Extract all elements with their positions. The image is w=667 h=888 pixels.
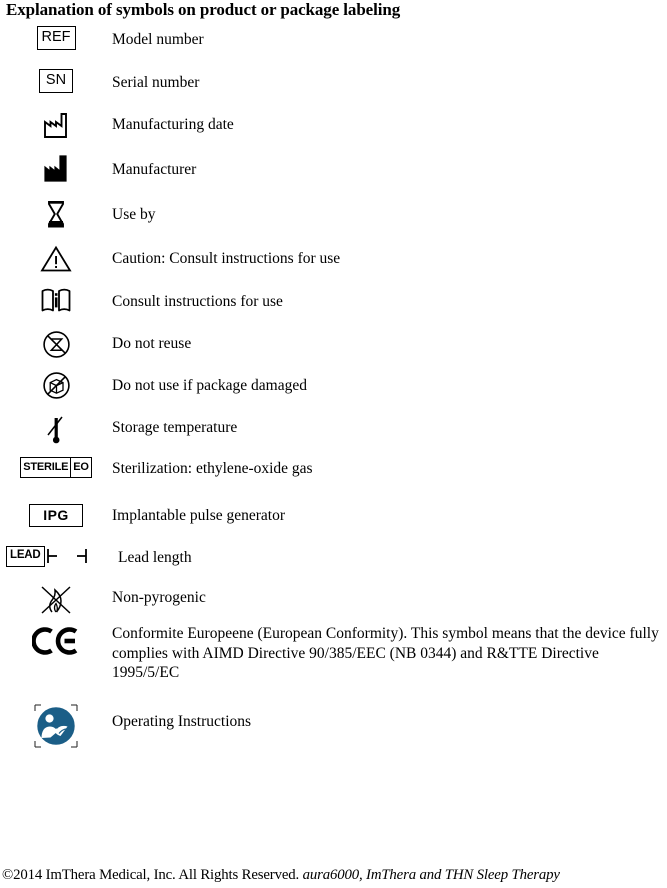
symbol-cell: IPG	[0, 499, 112, 527]
symbol-cell	[0, 327, 112, 359]
operating-instructions-icon	[34, 704, 78, 748]
symbol-label: Consult instructions for use	[112, 284, 667, 312]
symbol-label: Serial number	[112, 65, 667, 93]
sn-box-icon: SN	[38, 69, 74, 93]
symbol-legend-table: REF Model number SN Serial number Manufa…	[0, 22, 667, 754]
table-row: STERILE EO Sterilization: ethylene-oxide…	[0, 453, 667, 499]
table-row: IPG Implantable pulse generator	[0, 499, 667, 543]
symbol-cell: SN	[0, 65, 112, 93]
factory-outline-icon	[44, 113, 67, 138]
table-row: Non-pyrogenic	[0, 582, 667, 620]
label-text: Do not use if package damaged	[112, 377, 307, 394]
factory-solid-icon	[44, 155, 67, 182]
ipg-box-icon: IPG	[29, 504, 83, 527]
table-row: Caution: Consult instructions for use	[0, 241, 667, 284]
open-book-info-icon	[41, 288, 71, 313]
sterile-label: STERILE	[21, 458, 72, 477]
symbol-label: Operating Instructions	[112, 694, 667, 732]
symbol-cell: REF	[0, 22, 112, 50]
page-footer: ©2014 ImThera Medical, Inc. All Rights R…	[2, 866, 665, 884]
label-text: Use by	[112, 206, 156, 223]
footer-trademarks: aura6000, ImThera and THN Sleep Therapy	[302, 867, 560, 883]
document-page: Explanation of symbols on product or pac…	[0, 0, 667, 888]
table-row: SN Serial number	[0, 65, 667, 108]
lead-label: LEAD	[6, 546, 45, 567]
label-text: Manufacturer	[112, 161, 197, 178]
table-row: Operating Instructions	[0, 694, 667, 754]
label-text: Consult instructions for use	[112, 293, 283, 310]
eo-label: EO	[73, 461, 89, 473]
label-text: Implantable pulse generator	[112, 507, 286, 524]
symbol-label: Manufacturing date	[112, 108, 667, 135]
ce-mark-icon	[32, 627, 78, 655]
table-row: Storage temperature	[0, 411, 667, 453]
label-text: Conformite Europeene (European Conformit…	[112, 625, 659, 681]
symbol-cell	[0, 196, 112, 229]
symbol-cell: STERILE EO	[0, 453, 112, 478]
table-row: Do not use if package damaged	[0, 368, 667, 411]
label-text: Model number	[112, 31, 204, 48]
symbol-cell	[0, 411, 112, 445]
symbol-label: Do not reuse	[112, 327, 667, 354]
label-text: Caution: Consult instructions for use	[112, 250, 341, 267]
table-row: REF Model number	[0, 22, 667, 65]
symbol-label: Conformite Europeene (European Conformit…	[112, 620, 667, 683]
damaged-package-icon	[42, 372, 70, 399]
symbol-cell	[0, 694, 112, 752]
symbol-cell	[0, 108, 112, 138]
label-text: Manufacturing date	[112, 116, 234, 133]
ref-box-icon: REF	[36, 26, 76, 50]
thermometer-icon	[47, 416, 63, 444]
symbol-cell	[0, 150, 112, 182]
lead-length-icon: LEAD	[6, 546, 90, 567]
symbol-label: Use by	[112, 196, 667, 225]
label-text: Serial number	[112, 74, 200, 91]
sterile-eo-icon: STERILE EO	[20, 457, 92, 478]
symbol-cell: LEAD	[0, 543, 118, 567]
table-row: Consult instructions for use	[0, 284, 667, 327]
symbol-label: Model number	[112, 22, 667, 50]
symbol-cell	[0, 368, 112, 400]
non-pyrogenic-icon	[41, 586, 71, 614]
label-text: Sterilization: ethylene-oxide gas	[112, 460, 313, 477]
table-row: Do not reuse	[0, 327, 667, 368]
table-row: Conformite Europeene (European Conformit…	[0, 620, 667, 694]
symbol-label: Sterilization: ethylene-oxide gas	[112, 453, 667, 479]
symbol-label: Manufacturer	[112, 150, 667, 180]
table-row: Manufacturing date	[0, 108, 667, 150]
label-text: Lead length	[118, 549, 192, 566]
dimension-line-icon	[46, 549, 87, 564]
page-title: Explanation of symbols on product or pac…	[6, 0, 401, 19]
symbol-label: Caution: Consult instructions for use	[112, 241, 667, 269]
label-text: Do not reuse	[112, 335, 192, 352]
label-text: Non-pyrogenic	[112, 589, 206, 606]
table-row: Manufacturer	[0, 150, 667, 196]
hourglass-icon	[48, 201, 64, 228]
label-text: Operating Instructions	[112, 713, 252, 730]
label-text: Storage temperature	[112, 419, 238, 436]
table-row: LEAD Lead length	[0, 543, 667, 582]
symbol-label: Implantable pulse generator	[112, 499, 667, 526]
symbol-cell	[0, 284, 112, 314]
symbol-label: Non-pyrogenic	[112, 582, 667, 608]
footer-copyright: ©2014 ImThera Medical, Inc. All Rights R…	[2, 867, 303, 883]
do-not-reuse-icon	[42, 331, 70, 358]
table-row: Use by	[0, 196, 667, 241]
symbol-label: Do not use if package damaged	[112, 368, 667, 396]
warning-triangle-icon	[40, 245, 72, 272]
symbol-cell	[0, 582, 112, 616]
symbol-label: Storage temperature	[112, 411, 667, 438]
symbol-cell	[0, 620, 112, 656]
symbol-label: Lead length	[118, 543, 667, 568]
symbol-cell	[0, 241, 112, 273]
